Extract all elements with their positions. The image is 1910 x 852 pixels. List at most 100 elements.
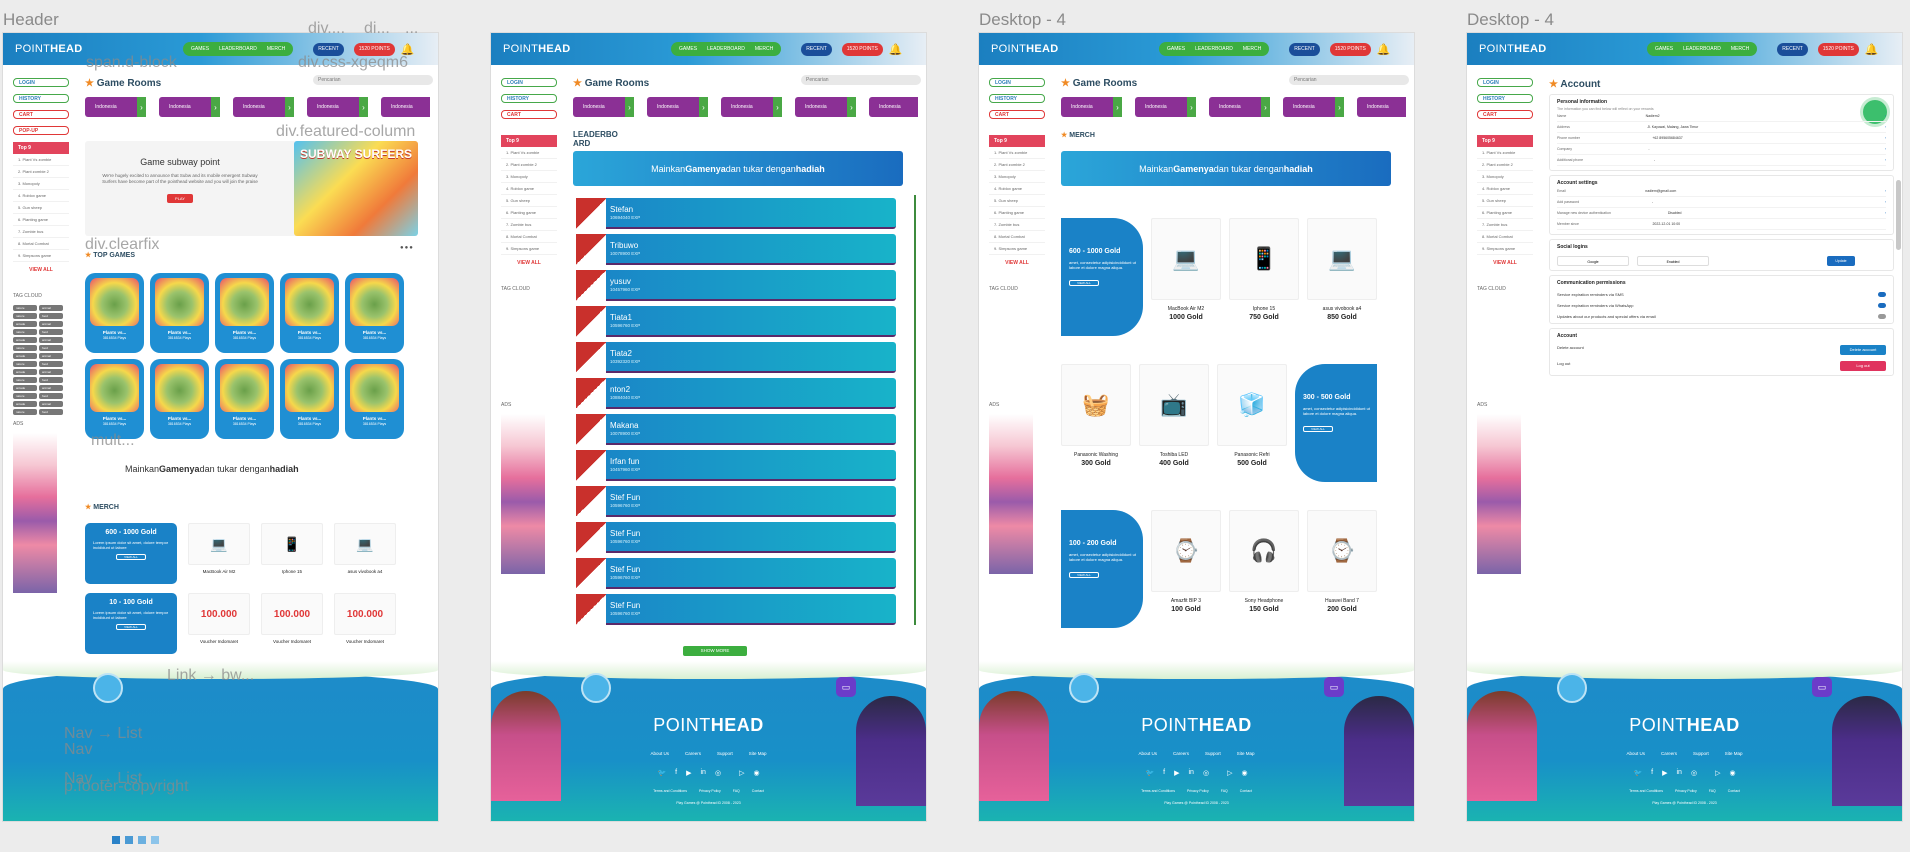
nav-merch[interactable]: MERCH (262, 46, 290, 52)
top9-item[interactable]: 9. Simpsons game (1477, 243, 1533, 255)
top9-view-all[interactable]: VIEW ALL (989, 260, 1045, 266)
top9-item[interactable]: 2. Plant zombie 2 (989, 159, 1045, 171)
nav-merch[interactable]: MERCH (1238, 46, 1266, 52)
ad-banner[interactable] (13, 433, 57, 593)
merch-item[interactable]: ⌚ Amazfit BIP 3 100 Gold (1151, 510, 1221, 613)
merch-item[interactable]: 100.000 Voucher Indomaret (334, 593, 396, 654)
tag[interactable]: food (39, 393, 63, 399)
game-card[interactable]: Plants vs... 3816534 Plays (215, 359, 274, 439)
twitter-icon[interactable]: 🐦 (1145, 769, 1154, 777)
carousel-dots[interactable]: ●●● (400, 245, 414, 251)
tag[interactable]: food (39, 377, 63, 383)
footer-term[interactable]: Privacy Policy (1675, 789, 1697, 793)
top9-view-all[interactable]: VIEW ALL (501, 260, 557, 266)
sidebar-history-button[interactable]: HISTORY (13, 94, 69, 103)
footer-link[interactable]: About Us (650, 751, 669, 756)
view-all-button[interactable]: VIEW ALL (1069, 280, 1099, 287)
leaderboard-row[interactable]: Irfan fun 10457960 EXP (576, 450, 896, 481)
tag[interactable]: arcade (13, 369, 37, 375)
instagram-icon[interactable]: ◎ (1203, 769, 1209, 777)
top9-view-all[interactable]: VIEW ALL (1477, 260, 1533, 266)
logo[interactable]: POINTHEAD (991, 43, 1113, 55)
top9-item[interactable]: 6. Planting game (13, 214, 69, 226)
footer-logo[interactable]: POINTHEAD (491, 715, 926, 736)
sidebar-cart-button[interactable]: CART (1477, 110, 1533, 119)
merch-item[interactable]: 🎧 Sony Headphone 150 Gold (1229, 510, 1299, 613)
footer-term[interactable]: Terms and Conditions (653, 789, 687, 793)
top9-item[interactable]: 5. Gun sheep (989, 195, 1045, 207)
footer-term[interactable]: Privacy Policy (1187, 789, 1209, 793)
footer-link[interactable]: Support (717, 751, 733, 756)
linkedin-icon[interactable]: in (1677, 769, 1682, 777)
chat-icon[interactable]: ▭ (1324, 677, 1344, 697)
game-card[interactable]: Plants vs... 3816534 Plays (85, 359, 144, 439)
view-all-button[interactable]: VIEW ALL (116, 624, 146, 631)
game-card[interactable]: Plants vs... 3816534 Plays (345, 359, 404, 439)
recent-button[interactable]: RECENT (801, 42, 832, 56)
search-input[interactable]: Pencarian (313, 75, 433, 85)
tag[interactable]: animal (39, 385, 63, 391)
top9-item[interactable]: 6. Planting game (501, 207, 557, 219)
toggle-switch[interactable] (1878, 292, 1886, 297)
footer-term[interactable]: FAQ (1709, 789, 1716, 793)
top9-item[interactable]: 5. Gun sheep (1477, 195, 1533, 207)
google-login-button[interactable]: Google (1557, 256, 1629, 266)
featured-image[interactable]: SUBWAY SURFERS (294, 141, 418, 236)
footer-link[interactable]: About Us (1138, 751, 1157, 756)
chat-icon[interactable]: ▭ (836, 677, 856, 697)
tag[interactable]: food (39, 329, 63, 335)
ad-banner[interactable] (1477, 414, 1521, 574)
tag[interactable]: arcade (13, 385, 37, 391)
top9-item[interactable]: 1. Plant Vs zombie (989, 147, 1045, 159)
delete-account-button[interactable]: Delete account (1840, 345, 1886, 355)
top9-item[interactable]: 9. Simpsons game (501, 243, 557, 255)
footer-term[interactable]: Privacy Policy (699, 789, 721, 793)
info-row[interactable]: Manage new device authentication Disabled… (1557, 208, 1886, 219)
top9-item[interactable]: 1. Plant Vs zombie (13, 154, 69, 166)
tag[interactable]: nature (13, 377, 37, 383)
play-button[interactable]: PLAY (167, 193, 193, 203)
footer-term[interactable]: FAQ (733, 789, 740, 793)
info-row[interactable]: Additional phone - › (1557, 155, 1886, 166)
nav-leaderboard[interactable]: LEADERBOARD (702, 46, 750, 52)
top9-item[interactable]: 8. Mortal Combat (13, 238, 69, 250)
tag[interactable]: arcade (13, 353, 37, 359)
info-row[interactable]: Member since 2022-12-01 10:00 (1557, 219, 1886, 230)
recent-button[interactable]: RECENT (1777, 42, 1808, 56)
tag[interactable]: arcade (13, 337, 37, 343)
merch-item[interactable]: 100.000 Voucher Indomaret (188, 593, 250, 654)
top9-item[interactable]: 6. Planting game (989, 207, 1045, 219)
top9-item[interactable]: 3. Monopoly (1477, 171, 1533, 183)
top9-item[interactable]: 7. Zombie bus (989, 219, 1045, 231)
room-chip[interactable]: Indonesia› (159, 97, 220, 117)
game-card[interactable]: Plants vs... 3816534 Plays (280, 359, 339, 439)
footer-link[interactable]: About Us (1626, 751, 1645, 756)
instagram-icon[interactable]: ◎ (1691, 769, 1697, 777)
footer-logo[interactable]: POINTHEAD (979, 715, 1414, 736)
nav-games[interactable]: GAMES (1650, 46, 1678, 52)
ad-banner[interactable] (501, 414, 545, 574)
view-all-button[interactable]: VIEW ALL (1069, 572, 1099, 579)
top9-item[interactable]: 7. Zombie bus (13, 226, 69, 238)
top9-item[interactable]: 8. Mortal Combat (989, 231, 1045, 243)
facebook-icon[interactable]: f (1163, 769, 1165, 777)
chat-icon[interactable]: ▭ (1812, 677, 1832, 697)
nav-merch[interactable]: MERCH (750, 46, 778, 52)
leaderboard-row[interactable]: yusuv 10457960 EXP (576, 270, 896, 301)
github-icon[interactable]: ◉ (1241, 769, 1247, 777)
top9-item[interactable]: 5. Gun sheep (501, 195, 557, 207)
room-chip[interactable]: Indonesia› (1209, 97, 1270, 117)
merch-item[interactable]: 💻 MacBook Air M2 1000 Gold (1151, 218, 1221, 321)
twitter-icon[interactable]: 🐦 (657, 769, 666, 777)
room-chip[interactable]: Indonesia› (307, 97, 368, 117)
youtube-icon[interactable]: ▶ (686, 769, 691, 777)
top9-item[interactable]: 7. Zombie bus (1477, 219, 1533, 231)
top9-item[interactable]: 8. Mortal Combat (501, 231, 557, 243)
sidebar-history-button[interactable]: HISTORY (989, 94, 1045, 103)
room-chip[interactable]: Indonesia› (573, 97, 634, 117)
leaderboard-row[interactable]: Tiata2 10392320 EXP (576, 342, 896, 373)
tag[interactable]: nature (13, 305, 37, 311)
github-icon[interactable]: ◉ (1729, 769, 1735, 777)
play-icon[interactable]: ▷ (1715, 769, 1720, 777)
points-badge[interactable]: 1520 POINTS (1817, 42, 1859, 56)
